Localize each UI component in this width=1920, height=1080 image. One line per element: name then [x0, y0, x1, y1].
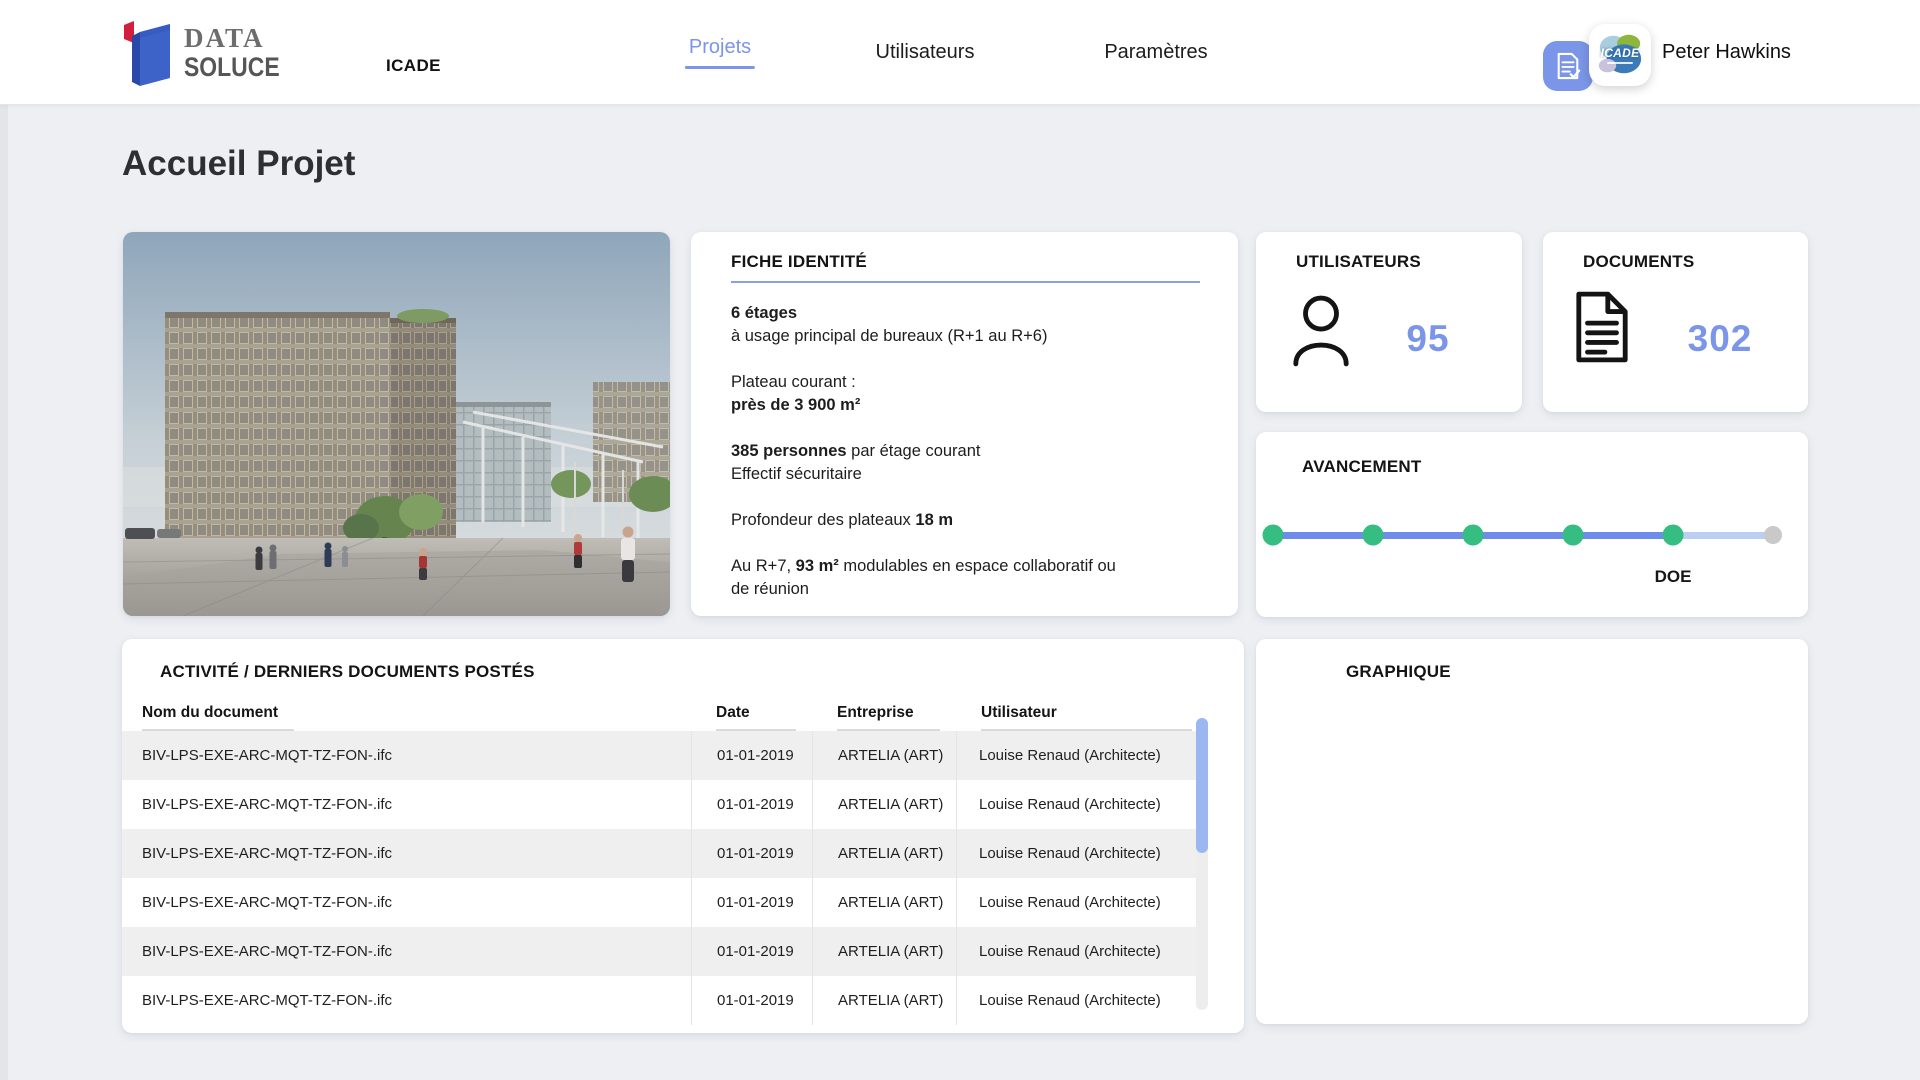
table-row[interactable]: BIV-LPS-EXE-ARC-MQT-TZ-FON-.ifc 01-01-201… [122, 731, 1196, 780]
activity-header: Nom du document Date Entreprise Utilisateur [122, 695, 1196, 731]
table-cell: 01-01-2019 [691, 878, 812, 927]
table-cell: Louise Renaud (Architecte) [956, 780, 1196, 829]
table-cell: BIV-LPS-EXE-ARC-MQT-TZ-FON-.ifc [142, 894, 393, 911]
table-row[interactable]: BIV-LPS-EXE-ARC-MQT-TZ-FON-.ifc 01-01-201… [122, 829, 1196, 878]
milestone-label: DOE [1654, 567, 1692, 586]
fiche-paragraph: Au R+7, 93 m² modulables en espace colla… [731, 557, 1116, 598]
fiche-title-rule [731, 281, 1200, 283]
scroll-track-strip [0, 104, 8, 1080]
graphique-card: GRAPHIQUE [1256, 639, 1808, 1024]
table-cell: 01-01-2019 [691, 976, 812, 1025]
nav-item-1[interactable]: Utilisateurs [876, 0, 975, 104]
avatar-tagline [1607, 62, 1633, 64]
progress-step-done [1262, 524, 1284, 546]
table-cell: 01-01-2019 [691, 780, 812, 829]
table-cell: BIV-LPS-EXE-ARC-MQT-TZ-FON-.ifc [142, 747, 393, 764]
column-header-2[interactable]: Entreprise [812, 695, 956, 731]
fiche-paragraph: 6 étages à usage principal de bureaux (R+… [731, 304, 1048, 345]
users-stat-title: UTILISATEURS [1296, 252, 1421, 271]
table-cell: ARTELIA (ART) [812, 878, 956, 927]
table-cell: ARTELIA (ART) [812, 731, 956, 780]
progress-step-done [1662, 524, 1684, 546]
activity-rows: BIV-LPS-EXE-ARC-MQT-TZ-FON-.ifc 01-01-201… [122, 731, 1196, 1025]
table-cell: 01-01-2019 [691, 829, 812, 878]
documents-stat-card: DOCUMENTS 302 [1543, 232, 1808, 412]
table-cell: BIV-LPS-EXE-ARC-MQT-TZ-FON-.ifc [142, 845, 393, 862]
table-cell: Louise Renaud (Architecte) [956, 976, 1196, 1025]
progress-step-done [1562, 524, 1584, 546]
table-cell: Louise Renaud (Architecte) [956, 829, 1196, 878]
user-menu[interactable]: Peter Hawkins [1662, 0, 1791, 104]
progress-track: DOE [1262, 524, 1782, 586]
documents-stat-title: DOCUMENTS [1583, 252, 1695, 271]
table-cell: Louise Renaud (Architecte) [956, 927, 1196, 976]
progress-step-pending [1764, 526, 1782, 544]
building-photo [123, 232, 670, 616]
table-cell: 01-01-2019 [691, 731, 812, 780]
fiche-identite-card: FICHE IDENTITÉ 6 étages à usage principal… [691, 232, 1238, 616]
documents-count: 302 [1687, 318, 1753, 359]
fiche-paragraph: 385 personnes par étage courant Effectif … [731, 442, 981, 483]
table-scrollbar[interactable] [1196, 718, 1208, 1010]
activity-card: ACTIVITÉ / DERNIERS DOCUMENTS POSTÉS Nom… [122, 639, 1244, 1033]
table-row[interactable]: BIV-LPS-EXE-ARC-MQT-TZ-FON-.ifc 01-01-201… [122, 927, 1196, 976]
nav-item-2[interactable]: Paramètres [1104, 0, 1207, 104]
fiche-title: FICHE IDENTITÉ [731, 252, 867, 271]
activity-title: ACTIVITÉ / DERNIERS DOCUMENTS POSTÉS [160, 662, 535, 681]
person-icon [1290, 292, 1352, 375]
document-icon [1573, 290, 1631, 369]
table-cell: Louise Renaud (Architecte) [956, 731, 1196, 780]
nav-item-0[interactable]: Projets [689, 0, 751, 104]
page-title: Accueil Projet [122, 144, 356, 183]
screen: DATA SOLUCE ICADE Projets Utilisateurs Par… [0, 0, 1920, 1080]
table-cell: BIV-LPS-EXE-ARC-MQT-TZ-FON-.ifc [142, 796, 393, 813]
table-cell: 01-01-2019 [691, 927, 812, 976]
table-cell: BIV-LPS-EXE-ARC-MQT-TZ-FON-.ifc [142, 992, 393, 1009]
fiche-paragraph: Profondeur des plateaux 18 m [731, 511, 953, 529]
progress-step-done [1462, 524, 1484, 546]
fiche-paragraph: Plateau courant : près de 3 900 m² [731, 373, 861, 414]
scrollbar-thumb[interactable] [1196, 718, 1208, 853]
document-check-icon [1557, 52, 1581, 80]
avancement-title: AVANCEMENT [1302, 457, 1422, 476]
progress-line-remaining [1673, 532, 1773, 539]
column-header-0[interactable]: Nom du document [122, 695, 691, 731]
fiche-body: 6 étages à usage principal de bureaux (R+… [731, 302, 1212, 624]
project-photo-card [123, 232, 670, 616]
avatar-label: ICADE [1600, 46, 1640, 60]
users-count: 95 [1406, 318, 1450, 359]
table-cell: ARTELIA (ART) [812, 927, 956, 976]
column-header-1[interactable]: Date [691, 695, 812, 731]
users-stat-card: UTILISATEURS 95 [1256, 232, 1522, 412]
column-header-3[interactable]: Utilisateur [956, 695, 1196, 731]
top-navbar: DATA SOLUCE ICADE Projets Utilisateurs Par… [0, 0, 1920, 105]
table-cell: BIV-LPS-EXE-ARC-MQT-TZ-FON-.ifc [142, 943, 393, 960]
progress-step-done [1362, 524, 1384, 546]
table-cell: ARTELIA (ART) [812, 780, 956, 829]
table-cell: Louise Renaud (Architecte) [956, 878, 1196, 927]
table-row[interactable]: BIV-LPS-EXE-ARC-MQT-TZ-FON-.ifc 01-01-201… [122, 976, 1196, 1025]
table-cell: ARTELIA (ART) [812, 829, 956, 878]
project-avatar[interactable]: ICADE [1589, 24, 1651, 86]
table-row[interactable]: BIV-LPS-EXE-ARC-MQT-TZ-FON-.ifc 01-01-201… [122, 780, 1196, 829]
table-cell: ARTELIA (ART) [812, 976, 956, 1025]
avancement-card: AVANCEMENT DOE [1256, 432, 1808, 617]
table-row[interactable]: BIV-LPS-EXE-ARC-MQT-TZ-FON-.ifc 01-01-201… [122, 878, 1196, 927]
graphique-title: GRAPHIQUE [1346, 662, 1451, 681]
documents-validation-button[interactable] [1543, 41, 1593, 91]
